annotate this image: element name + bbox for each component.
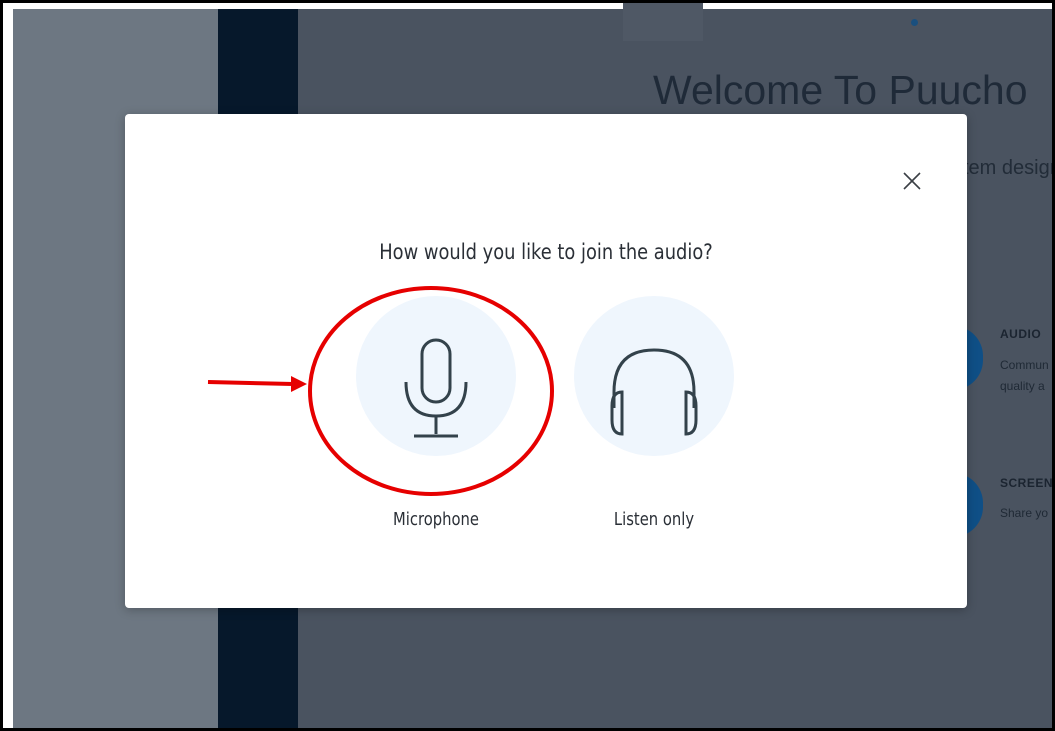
microphone-icon bbox=[404, 338, 468, 438]
close-icon bbox=[903, 172, 921, 190]
listen-only-button[interactable] bbox=[574, 296, 734, 456]
microphone-label: Microphone bbox=[393, 509, 479, 530]
welcome-title: Welcome To Puucho bbox=[653, 67, 1028, 113]
audio-join-modal: How would you like to join the audio? Mi… bbox=[125, 114, 967, 608]
top-card bbox=[623, 3, 703, 41]
feature-text-audio-1: Commun bbox=[1000, 358, 1049, 372]
listen-only-option[interactable]: Listen only bbox=[574, 296, 734, 530]
feature-text-audio-2: quality a bbox=[1000, 379, 1045, 393]
feature-title-screen: SCREEN bbox=[1000, 476, 1054, 490]
microphone-option[interactable]: Microphone bbox=[356, 296, 516, 530]
microphone-button[interactable] bbox=[356, 296, 516, 456]
feature-text-screen-1: Share yo bbox=[1000, 506, 1049, 520]
modal-question: How would you like to join the audio? bbox=[379, 240, 713, 264]
feature-title-audio: AUDIO bbox=[1000, 327, 1042, 341]
close-button[interactable] bbox=[895, 164, 929, 198]
welcome-subtitle: tem design bbox=[963, 157, 1055, 179]
headphones-icon bbox=[610, 348, 698, 436]
status-dot bbox=[911, 19, 918, 26]
screenshot-frame: Welcome To Puucho tem design AUDIO Commu… bbox=[0, 0, 1055, 731]
listen-only-label: Listen only bbox=[613, 509, 695, 530]
